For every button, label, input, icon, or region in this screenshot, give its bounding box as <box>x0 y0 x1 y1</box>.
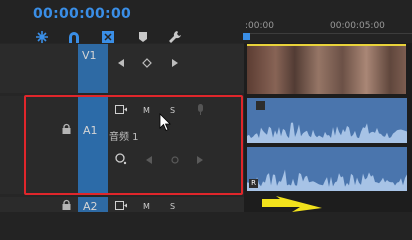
track-label-v1: V1 <box>82 49 97 62</box>
track-header-v1[interactable] <box>0 44 244 93</box>
marker-icon[interactable] <box>136 30 150 44</box>
mute-button-a2[interactable]: M <box>143 202 150 211</box>
add-keyframe-icon[interactable] <box>142 58 152 68</box>
highlight-box <box>24 95 243 195</box>
ruler-mid-label: 00:00:05:00 <box>330 21 385 31</box>
channel-label: R <box>249 179 258 188</box>
lock-icon[interactable] <box>62 199 71 210</box>
solo-button-a2[interactable]: S <box>170 202 175 211</box>
time-ruler[interactable] <box>244 33 412 34</box>
track-label-a2: A2 <box>83 200 98 213</box>
audio-clip-channel-right[interactable]: R <box>247 147 407 191</box>
settings-wrench-icon[interactable] <box>168 30 182 44</box>
snap-icon[interactable] <box>35 30 49 44</box>
video-clip-edge <box>247 44 406 46</box>
clip-fx-badge <box>256 101 265 110</box>
ruler-start-label: :00:00 <box>245 21 274 31</box>
add-marker-icon[interactable] <box>101 30 115 44</box>
video-clip[interactable] <box>247 44 406 94</box>
prev-keyframe-icon[interactable] <box>118 59 124 67</box>
voice-over-record-icon[interactable] <box>115 201 127 210</box>
callout-arrow-icon <box>262 196 322 212</box>
timecode-display[interactable]: 00:00:00:00 <box>33 6 131 22</box>
playhead-icon[interactable] <box>243 33 250 40</box>
linked-selection-icon[interactable] <box>67 30 81 44</box>
audio-clip-channel-left[interactable] <box>247 98 407 143</box>
next-keyframe-icon[interactable] <box>172 59 178 67</box>
